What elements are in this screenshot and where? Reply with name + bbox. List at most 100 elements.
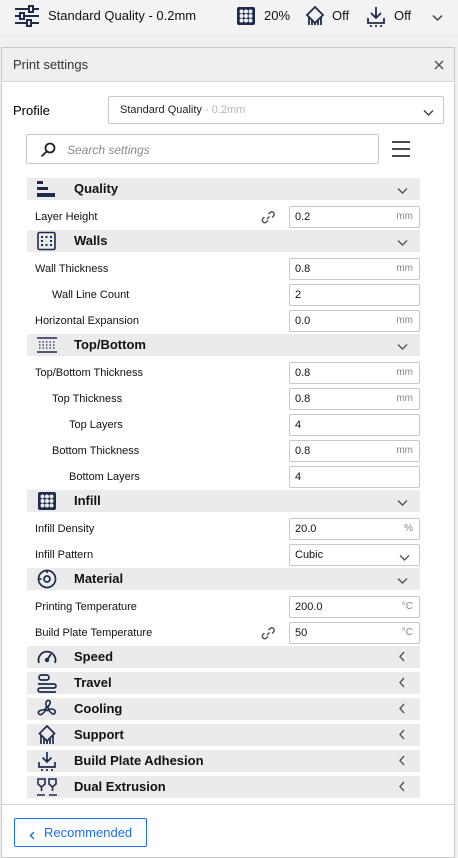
top-bottom-icon <box>36 335 58 355</box>
travel-icon <box>36 673 58 693</box>
category-infill[interactable]: Infill <box>27 490 420 512</box>
walls-icon <box>36 231 58 251</box>
setting-label: Wall Line Count <box>52 289 130 301</box>
setting-input[interactable]: 50 °C <box>289 622 420 644</box>
category-top-bottom[interactable]: Top/Bottom <box>27 334 420 356</box>
category-build-plate-adhesion[interactable]: Build Plate Adhesion <box>27 750 420 772</box>
category-label: Build Plate Adhesion <box>74 753 204 768</box>
setting-input[interactable]: 20.0% <box>289 518 420 540</box>
setting-input[interactable]: 0.8 mm <box>289 440 420 462</box>
setting-dropdown[interactable]: Cubic <box>289 544 420 566</box>
setting-value: 0.8 <box>295 367 311 379</box>
recommended-button[interactable]: Recommended <box>14 818 147 847</box>
setting-row-top-layers: Top Layers 4 <box>27 412 420 438</box>
search-icon <box>40 142 56 161</box>
setting-input[interactable]: 2 <box>289 284 420 306</box>
dual-extrusion-icon <box>36 777 58 797</box>
setting-label: Wall Thickness <box>35 263 109 275</box>
setting-row-infill-pattern: Infill Pattern Cubic <box>27 542 420 568</box>
setting-label: Top Thickness <box>52 393 123 405</box>
search-input[interactable] <box>67 141 367 159</box>
setting-label: Build Plate Temperature <box>35 627 153 639</box>
adhesion-value: Off <box>394 8 412 23</box>
setting-unit: mm <box>396 393 413 404</box>
close-icon[interactable] <box>433 59 445 71</box>
setting-input[interactable]: 200.0 °C <box>289 596 420 618</box>
setting-input[interactable]: 4 <box>289 414 420 436</box>
chevron-left-icon <box>398 729 406 743</box>
category-cooling[interactable]: Cooling <box>27 698 420 720</box>
category-dual-extrusion[interactable]: Dual Extrusion <box>27 776 420 798</box>
chevron-down-icon <box>397 236 408 250</box>
recommended-label: Recommended <box>44 825 133 840</box>
setting-row-printing-temperature: Printing Temperature 200.0 °C <box>27 594 420 620</box>
adhesion-icon <box>366 5 386 30</box>
settings-visibility-menu-icon[interactable] <box>391 140 411 158</box>
setting-unit: mm <box>396 263 413 274</box>
setting-row-bottom-layers: Bottom Layers 4 <box>27 464 420 490</box>
setting-input[interactable]: 4 <box>289 466 420 488</box>
category-label: Dual Extrusion <box>74 779 166 794</box>
setting-value: 0.8 <box>295 393 311 405</box>
chevron-left-icon <box>398 781 406 795</box>
category-label: Quality <box>74 181 119 196</box>
setting-value: 200.0 <box>295 601 323 613</box>
category-speed[interactable]: Speed <box>27 646 420 668</box>
category-walls[interactable]: Walls <box>27 230 420 252</box>
speed-icon <box>36 647 58 667</box>
print-settings-panel: Print settings Profile Standard Quality … <box>1 47 455 858</box>
settings-list: Quality Layer Height 0.2 mm Walls Wall Thickn… <box>27 178 420 802</box>
support-value: Off <box>332 8 350 23</box>
setting-label: Bottom Thickness <box>52 445 140 457</box>
setting-value: 0.8 <box>295 263 311 275</box>
setting-input[interactable]: 0.8 mm <box>289 258 420 280</box>
setting-input[interactable]: 0.8 mm <box>289 362 420 384</box>
setting-unit: mm <box>396 315 413 326</box>
category-label: Walls <box>74 233 108 248</box>
setting-label: Top Layers <box>69 419 123 431</box>
setting-input[interactable]: 0.2 mm <box>289 206 420 228</box>
setting-unit: mm <box>396 445 413 456</box>
setting-label: Printing Temperature <box>35 601 137 613</box>
setting-value: 2 <box>295 289 302 301</box>
setting-input[interactable]: 0.0 mm <box>289 310 420 332</box>
category-label: Infill <box>74 493 101 508</box>
category-label: Speed <box>74 649 114 664</box>
chevron-left-icon <box>398 651 406 665</box>
setting-value: 20.0 <box>295 523 317 535</box>
print-setup-header[interactable]: Standard Quality - 0.2mm 20% Off Off <box>0 0 458 33</box>
setting-label: Infill Pattern <box>35 549 94 561</box>
category-travel[interactable]: Travel <box>27 672 420 694</box>
setting-row-top-thickness: Top Thickness 0.8 mm <box>27 386 420 412</box>
chevron-down-icon <box>397 574 408 588</box>
support-icon <box>304 5 326 30</box>
chevron-down-icon <box>399 551 410 565</box>
panel-header: Print settings <box>2 48 454 82</box>
infill-icon <box>236 6 256 29</box>
chevron-left-icon <box>398 677 406 691</box>
chevron-down-icon[interactable] <box>432 11 443 25</box>
setting-value: Cubic <box>295 549 324 561</box>
panel-title: Print settings <box>13 57 89 72</box>
infill-icon <box>36 491 58 511</box>
setting-row-bottom-thickness: Bottom Thickness 0.8 mm <box>27 438 420 464</box>
setting-value: 0.8 <box>295 445 311 457</box>
profile-dropdown[interactable]: Standard Quality - 0.2mm <box>108 96 444 124</box>
chevron-left-icon <box>29 828 35 843</box>
setting-value: 4 <box>295 471 302 483</box>
chevron-left-icon <box>398 703 406 717</box>
link-icon[interactable] <box>260 626 276 643</box>
category-material[interactable]: Material <box>27 568 420 590</box>
setting-input[interactable]: 0.8 mm <box>289 388 420 410</box>
chevron-down-icon <box>423 106 434 120</box>
link-icon[interactable] <box>260 210 276 227</box>
category-label: Top/Bottom <box>74 337 146 352</box>
setting-row-wall-line-count: Wall Line Count 2 <box>27 282 420 308</box>
search-box[interactable] <box>26 134 379 164</box>
category-support[interactable]: Support <box>27 724 420 746</box>
category-quality[interactable]: Quality <box>27 178 420 200</box>
chevron-down-icon <box>397 340 408 354</box>
setting-value: 0.0 <box>295 315 311 327</box>
setting-value: 0.2 <box>295 211 311 223</box>
quality-icon <box>36 179 58 199</box>
